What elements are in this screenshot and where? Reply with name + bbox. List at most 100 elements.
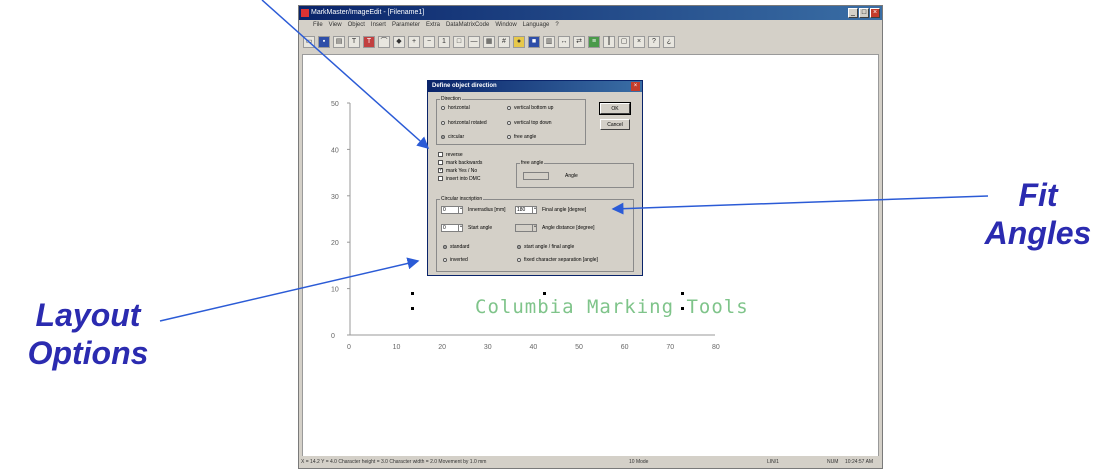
text-icon[interactable]: T xyxy=(348,36,360,48)
menu-bar: File View Object Insert Parameter Extra … xyxy=(299,20,882,30)
mark-icon[interactable]: ■ xyxy=(528,36,540,48)
radio-label: horizontal xyxy=(448,105,470,111)
status-num: NUM xyxy=(827,459,839,465)
delete-icon[interactable]: × xyxy=(633,36,645,48)
menu-datamatrix[interactable]: DataMatrixCode xyxy=(446,20,489,30)
radio-circle-selected xyxy=(443,244,447,249)
menu-language[interactable]: Language xyxy=(523,20,550,30)
radio-fixed-separation[interactable]: fixed character separation [angle] xyxy=(517,257,598,263)
checkbox-label: mark Yes / No xyxy=(446,168,478,174)
marking-text[interactable]: Columbia Marking Tools xyxy=(475,296,749,318)
open-icon[interactable]: ▭ xyxy=(303,36,315,48)
radio-standard[interactable]: standard xyxy=(443,244,469,250)
status-mode: 10 Mode xyxy=(629,459,649,465)
menu-object[interactable]: Object xyxy=(348,20,365,30)
x-tick-label: 10 xyxy=(393,344,401,351)
radio-free-angle[interactable]: free angle xyxy=(507,134,536,140)
callout-line: Angles xyxy=(984,215,1092,251)
radio-vertical-bottom-up[interactable]: vertical bottom up xyxy=(507,105,553,111)
radio-vertical-top-down[interactable]: vertical top down xyxy=(507,120,552,126)
menu-view[interactable]: View xyxy=(329,20,342,30)
check-mark-backwards[interactable]: mark backwards xyxy=(438,160,482,166)
checkbox xyxy=(438,160,443,166)
inner-radius-spinner[interactable]: ▴ xyxy=(458,206,463,214)
y-tick-label: 10 xyxy=(331,287,339,294)
cancel-button[interactable]: Cancel xyxy=(600,119,630,130)
check-reverse[interactable]: reverse xyxy=(438,152,463,158)
maximize-button[interactable]: □ xyxy=(859,8,869,18)
zoom-fit-icon[interactable]: □ xyxy=(453,36,465,48)
selection-handle[interactable] xyxy=(543,292,546,295)
zoom-in-icon[interactable]: + xyxy=(408,36,420,48)
ok-button[interactable]: OK xyxy=(599,102,631,115)
menu-window[interactable]: Window xyxy=(495,20,516,30)
table-icon[interactable]: ▥ xyxy=(543,36,555,48)
radio-circular[interactable]: circular xyxy=(441,134,464,140)
check-insert-dmc[interactable]: insert into DMC xyxy=(438,176,480,182)
radio-circle xyxy=(441,120,445,125)
close-button[interactable]: × xyxy=(870,8,880,18)
frame-icon[interactable]: ▢ xyxy=(618,36,630,48)
menu-insert[interactable]: Insert xyxy=(371,20,386,30)
radio-label: inverted xyxy=(450,257,468,263)
align-icon[interactable]: ≡ xyxy=(588,36,600,48)
radio-start-final-angle[interactable]: start angle / final angle xyxy=(517,244,574,250)
start-angle-spinner[interactable]: ▴ xyxy=(458,224,463,232)
x-tick-label: 0 xyxy=(347,344,351,351)
dialog-close-icon[interactable]: × xyxy=(631,82,640,91)
y-tick-label: 30 xyxy=(331,194,339,201)
arc-text-icon[interactable]: ⌒ xyxy=(378,36,390,48)
y-tick-label: 40 xyxy=(331,147,339,154)
angle-label: Angle xyxy=(565,173,578,179)
text-frame-icon[interactable]: T xyxy=(363,36,375,48)
line-icon[interactable]: — xyxy=(468,36,480,48)
title-bar[interactable]: MarkMaster/ImageEdit - [Filename1] _ □ × xyxy=(299,6,882,20)
grid-icon[interactable]: # xyxy=(498,36,510,48)
selection-handle[interactable] xyxy=(411,307,414,310)
color-icon[interactable]: ● xyxy=(513,36,525,48)
menu-file[interactable]: File xyxy=(313,20,323,30)
zoom-out-icon[interactable]: − xyxy=(423,36,435,48)
datamatrix-icon[interactable]: ▦ xyxy=(483,36,495,48)
barcode-icon[interactable]: ║ xyxy=(603,36,615,48)
toolbar: ▭ ▪ ▤ T T ⌒ ◆ + − 1 □ — ▦ # ● ■ ▥ ↔ ⇄ ≡ … xyxy=(301,32,880,52)
menu-extra[interactable]: Extra xyxy=(426,20,440,30)
save-icon[interactable]: ▪ xyxy=(318,36,330,48)
angle-distance-spinner[interactable]: ▴ xyxy=(532,224,537,232)
radio-circle-selected xyxy=(441,134,445,139)
radio-circle xyxy=(443,257,447,262)
callout-fit-angles: Fit Angles xyxy=(968,176,1108,252)
zoom-1-1-icon[interactable]: 1 xyxy=(438,36,450,48)
radio-inverted[interactable]: inverted xyxy=(443,257,468,263)
dialog-title[interactable]: Define object direction xyxy=(428,81,642,92)
checkbox-label: insert into DMC xyxy=(446,176,481,182)
menu-help[interactable]: ? xyxy=(555,20,558,30)
move-icon[interactable]: ↔ xyxy=(558,36,570,48)
flip-icon[interactable]: ⇄ xyxy=(573,36,585,48)
logo-icon[interactable]: ◆ xyxy=(393,36,405,48)
selection-handle[interactable] xyxy=(681,292,684,295)
minimize-button[interactable]: _ xyxy=(848,8,858,18)
radio-horizontal-rotated[interactable]: horizontal rotated xyxy=(441,120,487,126)
context-help-icon[interactable]: ¿ xyxy=(663,36,675,48)
selection-handle[interactable] xyxy=(411,292,414,295)
free-angle-input[interactable] xyxy=(523,172,549,180)
x-tick-label: 40 xyxy=(530,344,538,351)
radio-label: fixed character separation [angle] xyxy=(524,257,598,263)
print-icon[interactable]: ▤ xyxy=(333,36,345,48)
final-angle-spinner[interactable]: ▴ xyxy=(532,206,537,214)
radio-label: vertical bottom up xyxy=(514,105,554,111)
status-time: 10:24:57 AM xyxy=(845,459,874,465)
check-mark-yes-no[interactable]: ✓ mark Yes / No xyxy=(438,168,477,174)
angle-distance-label: Angle distance [degree] xyxy=(542,225,595,231)
radio-horizontal[interactable]: horizontal xyxy=(441,105,470,111)
radio-label: standard xyxy=(450,244,470,250)
circular-group-label: Circular inscription xyxy=(440,196,484,202)
help-icon[interactable]: ? xyxy=(648,36,660,48)
x-tick-label: 20 xyxy=(438,344,446,351)
menu-parameter[interactable]: Parameter xyxy=(392,20,420,30)
selection-handle[interactable] xyxy=(681,307,684,310)
free-angle-label: free angle xyxy=(520,160,545,166)
checkbox-label: reverse xyxy=(446,152,463,158)
checkbox xyxy=(438,152,443,158)
